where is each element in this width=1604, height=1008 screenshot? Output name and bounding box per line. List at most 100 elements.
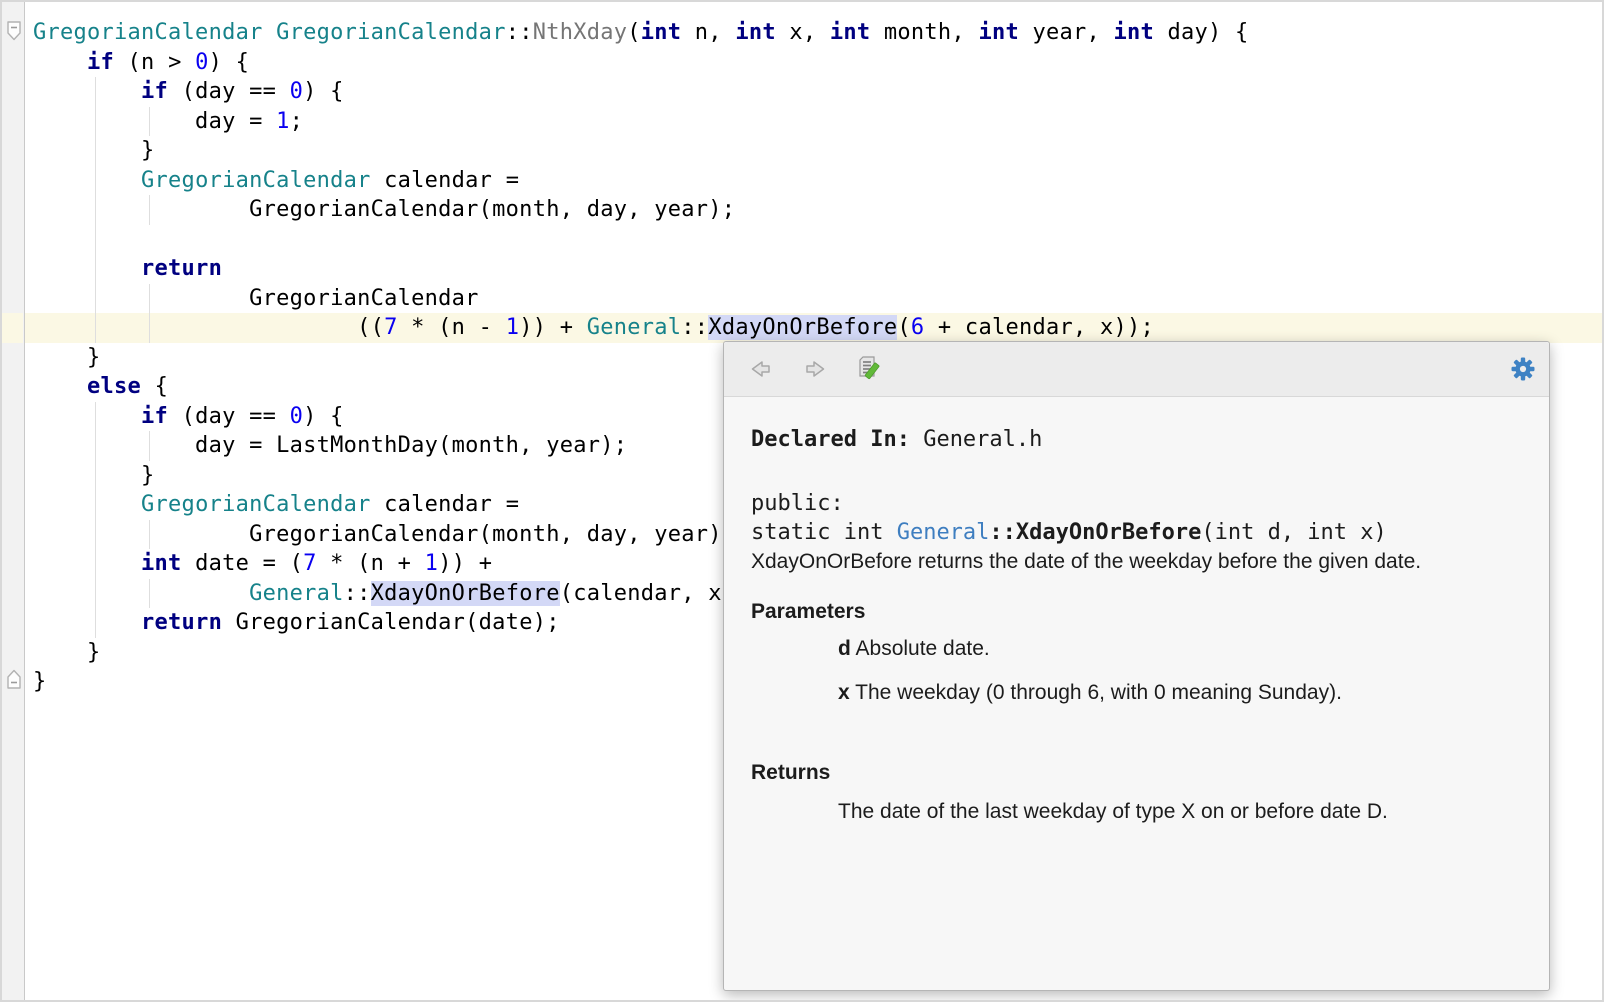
code-token: x, — [776, 20, 830, 45]
code-line[interactable]: if (day == 0) { — [25, 77, 1602, 107]
code-token: else — [87, 374, 141, 399]
code-token: (day == — [168, 404, 290, 429]
code-line[interactable]: day = 1; — [25, 107, 1602, 137]
forward-arrow-icon — [803, 358, 827, 380]
code-token: ( — [627, 20, 641, 45]
code-token: int — [830, 20, 871, 45]
parameter-x: x The weekday (0 through 6, with 0 meani… — [838, 680, 1529, 706]
code-token: (calendar, x); — [560, 581, 749, 606]
doc-type-link[interactable]: General — [897, 520, 990, 545]
indent-guide — [149, 195, 150, 225]
code-token: (day == — [168, 79, 290, 104]
code-token: int — [641, 20, 682, 45]
code-token: * (n - — [398, 315, 506, 340]
code-line[interactable]: return — [25, 254, 1602, 284]
indent-guide — [149, 431, 150, 461]
code-token: GregorianCalendar — [33, 286, 479, 311]
code-token: } — [33, 463, 155, 488]
code-token — [33, 492, 141, 517]
code-token — [33, 168, 141, 193]
code-token: GregorianCalendar(month, day, year); — [33, 522, 735, 547]
code-token: } — [33, 669, 47, 694]
indent-guide — [95, 402, 96, 638]
code-token: ) { — [209, 50, 250, 75]
code-token: * (n + — [317, 551, 425, 576]
code-token: 7 — [384, 315, 398, 340]
code-token — [33, 404, 141, 429]
code-line[interactable]: GregorianCalendar calendar = — [25, 166, 1602, 196]
code-token: General — [249, 581, 344, 606]
code-token: n, — [681, 20, 735, 45]
code-token: calendar = — [371, 492, 520, 517]
forward-button[interactable] — [801, 354, 829, 384]
code-token: GregorianCalendar — [141, 492, 371, 517]
code-token: (n > — [114, 50, 195, 75]
code-token: NthXday — [533, 20, 628, 45]
indent-guide — [149, 520, 150, 550]
code-token — [33, 79, 141, 104]
code-token: ( — [897, 315, 911, 340]
code-token: ) { — [303, 404, 344, 429]
code-token: 7 — [303, 551, 317, 576]
code-token: { — [141, 374, 168, 399]
code-line[interactable]: if (n > 0) { — [25, 48, 1602, 78]
fold-collapse-icon[interactable] — [5, 19, 23, 45]
code-token — [33, 256, 141, 281]
code-line[interactable]: GregorianCalendar GregorianCalendar::Nth… — [25, 18, 1602, 48]
parameter-description: Absolute date. — [851, 637, 990, 660]
code-line-current[interactable]: ((7 * (n - 1)) + General::XdayOnOrBefore… — [25, 313, 1602, 343]
code-token: GregorianCalendar — [141, 168, 371, 193]
code-token: if — [141, 404, 168, 429]
code-token: int — [141, 551, 182, 576]
code-line[interactable]: } — [25, 136, 1602, 166]
declared-in-line: Declared In: General.h — [751, 425, 1529, 454]
code-token: static int — [751, 520, 897, 545]
code-token: GregorianCalendar(date); — [222, 610, 560, 635]
code-token: :: — [344, 581, 371, 606]
code-token: 1 — [276, 109, 290, 134]
code-token: year, — [1019, 20, 1114, 45]
settings-gear-icon — [1510, 356, 1536, 382]
gutter-current-line-highlight — [2, 313, 23, 343]
parameter-name: x — [838, 681, 850, 704]
code-token: calendar = — [371, 168, 520, 193]
code-token: GregorianCalendar — [276, 20, 506, 45]
code-token: :: — [681, 315, 708, 340]
code-token: (( — [33, 315, 384, 340]
code-token — [33, 551, 141, 576]
code-line[interactable]: GregorianCalendar — [25, 284, 1602, 314]
parameter-description: The weekday (0 through 6, with 0 meaning… — [850, 681, 1342, 704]
declared-in-value: General.h — [910, 427, 1042, 452]
code-token: day) { — [1154, 20, 1249, 45]
code-token: XdayOnOrBefore — [708, 315, 897, 340]
edit-source-button[interactable] — [855, 354, 883, 384]
code-token — [33, 610, 141, 635]
code-token: GregorianCalendar — [33, 20, 263, 45]
code-token: int — [978, 20, 1019, 45]
back-button[interactable] — [747, 354, 775, 384]
fold-collapse-end-icon[interactable] — [5, 665, 23, 691]
code-token: day = LastMonthDay(month, year); — [33, 433, 627, 458]
code-token: day = — [33, 109, 276, 134]
settings-button[interactable] — [1509, 354, 1537, 384]
access-specifier: public: — [751, 489, 1529, 518]
code-token: if — [141, 79, 168, 104]
code-token: 0 — [290, 404, 304, 429]
code-token: 0 — [290, 79, 304, 104]
code-line[interactable] — [25, 225, 1602, 255]
code-token — [263, 20, 277, 45]
function-signature: static int General::XdayOnOrBefore(int d… — [751, 518, 1529, 547]
code-token — [33, 50, 87, 75]
ide-editor-window: GregorianCalendar GregorianCalendar::Nth… — [0, 0, 1604, 1002]
code-token — [33, 581, 249, 606]
code-token: 6 — [911, 315, 925, 340]
code-line[interactable]: GregorianCalendar(month, day, year); — [25, 195, 1602, 225]
code-token: return — [141, 610, 222, 635]
code-token: int — [735, 20, 776, 45]
code-token — [33, 374, 87, 399]
code-token: 1 — [506, 315, 520, 340]
code-token: )) + — [438, 551, 492, 576]
code-token: 1 — [425, 551, 439, 576]
declared-in-label: Declared In: — [751, 427, 910, 452]
code-token: if — [87, 50, 114, 75]
